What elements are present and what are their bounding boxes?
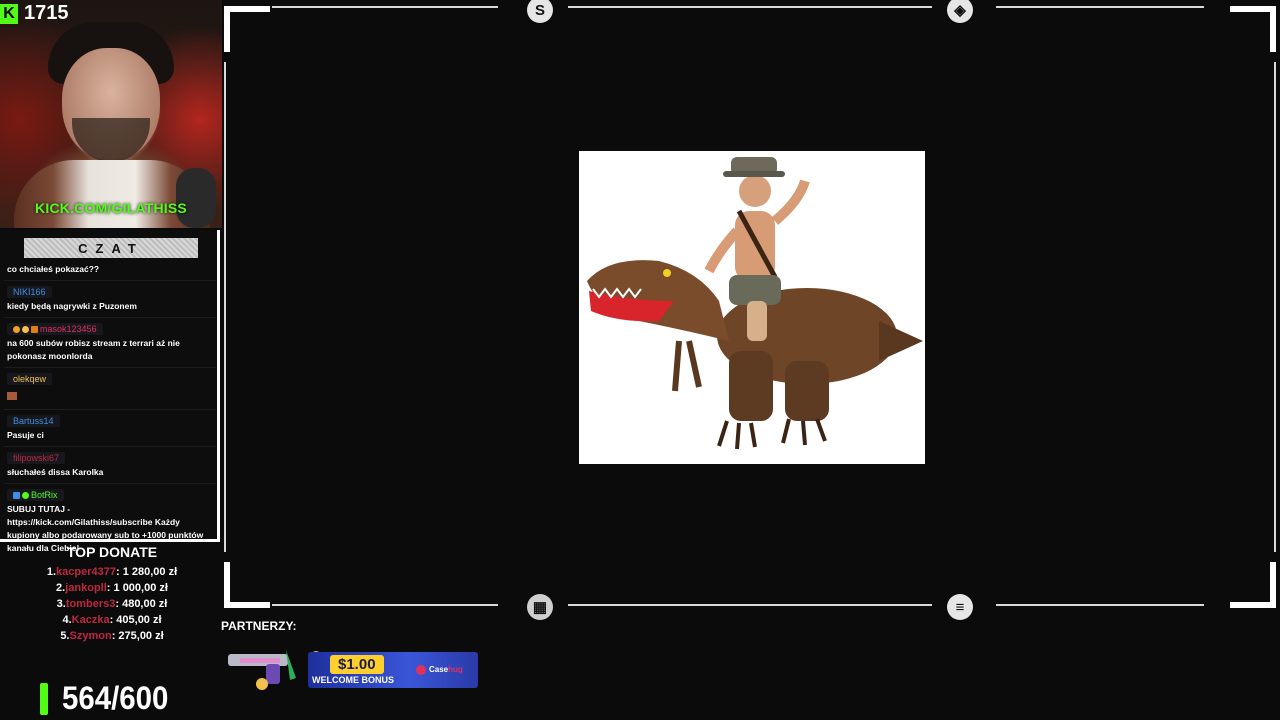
donate-rank: 4. [62, 614, 72, 626]
follower-count: 1715 [24, 2, 69, 24]
donate-row: 1.kacper4377: 1 280,00 zł [0, 564, 224, 580]
chat-message: NIKI166 kiedy będą nagrywki z Puzonem [4, 281, 216, 318]
partners-label: PARTNERZY: [221, 619, 297, 633]
frame-corner [224, 562, 270, 608]
frame-edge [224, 62, 226, 552]
chat-username[interactable]: olekqew [7, 373, 53, 385]
banner-amount: $1.00 [330, 655, 384, 674]
kick-logo-icon: K [0, 3, 18, 24]
chat-message-text: Pasuje ci [7, 430, 44, 440]
chat-message: olekqew [4, 368, 216, 410]
brand-name-a: Case [429, 665, 449, 675]
donate-name: kacper4377 [56, 566, 116, 578]
donate-row: 4.Kaczka: 405,00 zł [0, 612, 224, 628]
donate-row: 5.Szymon: 275,00 zł [0, 628, 224, 644]
chat-username[interactable]: Bartuss14 [7, 415, 60, 427]
channel-url: KICK.COM/GILATHISS [0, 200, 222, 216]
donate-amount: : 405,00 zł [109, 614, 162, 626]
banner-brand: Casehug [416, 665, 463, 675]
donate-row: 3.tombers3: 480,00 zł [0, 596, 224, 612]
chat-username[interactable]: NIKI166 [7, 286, 52, 298]
chat-message: Bartuss14 Pasuje ci [4, 410, 216, 447]
badge-icon [31, 326, 38, 334]
chat-message-text: słuchałeś dissa Karolka [7, 467, 104, 477]
frame-corner [224, 6, 270, 52]
frame-corner [1230, 6, 1276, 52]
donate-rank: 1. [46, 566, 57, 578]
casehug-logo-icon [416, 665, 426, 675]
brand-name-b: hug [448, 665, 463, 675]
frame-edge [1274, 62, 1276, 552]
chat-header: CZAT [24, 238, 198, 258]
webcam-feed: K 1715 KICK.COM/GILATHISS [0, 0, 222, 228]
badge-icon [13, 326, 20, 334]
striped-circle-icon: ≡ [947, 594, 973, 620]
banner-subtitle: WELCOME BONUS [312, 675, 394, 685]
chat-message-text: kiedy będą nagrywki z Puzonem [7, 301, 137, 311]
frame-edge [272, 6, 498, 8]
shared-meme-image [579, 151, 925, 464]
frame-edge [568, 604, 932, 606]
streamer-beard [72, 118, 150, 162]
chat-username: BotRix [31, 490, 58, 500]
donate-amount: : 275,00 zł [111, 630, 164, 642]
microphone [176, 168, 216, 228]
channel-url-prefix: KICK.COM/ [35, 200, 112, 216]
frame-edge [272, 604, 498, 606]
partner-banner-casehug[interactable]: $1.00 WELCOME BONUS Casehug [226, 648, 478, 690]
target-icon: ◈ [947, 0, 973, 23]
donate-rank: 5. [60, 630, 70, 642]
top-donate-panel: TOP DONATE 1.kacper4377: 1 280,00 zł 2.j… [0, 544, 224, 644]
bot-badge-icon [13, 492, 20, 500]
frame-edge [568, 6, 932, 8]
donate-amount: : 1 280,00 zł [115, 566, 178, 578]
chat-message-text: na 600 subów robisz stream z terrari aż … [7, 338, 180, 361]
dinosaur-rider-illustration [587, 157, 923, 450]
badge-icon [22, 326, 29, 334]
chat-username[interactable]: filipowski67 [7, 452, 66, 464]
chat-username-badged[interactable]: BotRix [7, 489, 64, 501]
sub-goal: 564/600 [40, 680, 178, 717]
chat-message: masok123456 na 600 subów robisz stream z… [4, 318, 216, 368]
channel-url-name: GILATHISS [111, 200, 187, 216]
donate-amount: : 480,00 zł [115, 598, 168, 610]
hatched-circle-icon: ▦ [527, 594, 553, 620]
donate-rank: 3. [56, 598, 66, 610]
chat-message-text: co chciałeś pokazać?? [7, 264, 100, 274]
donate-name: jankopll [65, 582, 107, 594]
sub-goal-bar [40, 682, 48, 715]
donate-name: tombers3 [65, 598, 116, 610]
donate-row: 2.jankopll: 1 000,00 zł [0, 580, 224, 596]
top-donate-title: TOP DONATE [66, 544, 158, 560]
follower-badge: K 1715 [0, 2, 69, 25]
chat-panel: CZAT co chciałeś pokazać?? NIKI166 kiedy… [0, 230, 220, 553]
chat-username-badged[interactable]: masok123456 [7, 323, 103, 335]
chat-message: filipowski67 słuchałeś dissa Karolka [4, 447, 216, 484]
emote-icon [7, 392, 17, 400]
chat-message: co chciałeś pokazać?? [4, 262, 216, 281]
chat-messages: co chciałeś pokazać?? NIKI166 kiedy będą… [4, 262, 216, 559]
frame-edge [996, 604, 1204, 606]
donate-name: Kaczka [71, 614, 110, 626]
frame-corner [1230, 562, 1276, 608]
chat-username: masok123456 [40, 324, 97, 334]
s-logo-icon: S [527, 0, 553, 23]
donate-rank: 2. [56, 582, 66, 594]
frame-edge [996, 6, 1204, 8]
verified-badge-icon [22, 492, 29, 500]
donate-amount: : 1 000,00 zł [106, 582, 168, 594]
donate-name: Szymon [69, 630, 112, 642]
sub-goal-text: 564/600 [62, 680, 169, 716]
